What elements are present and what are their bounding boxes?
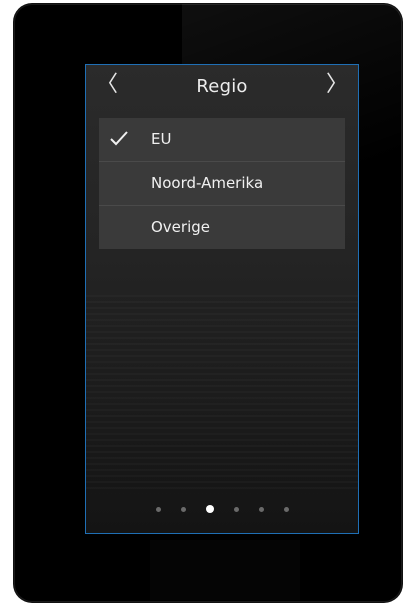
screen-header: 〈 Regio 〉 <box>86 65 358 107</box>
region-option-eu[interactable]: EU <box>99 118 345 162</box>
region-option-overige[interactable]: Overige <box>99 206 345 249</box>
background-water-texture <box>86 295 358 493</box>
page-dot[interactable] <box>233 506 239 512</box>
region-option-label: Noord-Amerika <box>151 174 264 192</box>
chevron-right-icon[interactable]: 〉 <box>326 73 348 97</box>
page-dot[interactable] <box>155 506 161 512</box>
region-option-label: Overige <box>151 218 210 236</box>
page-dot-active[interactable] <box>205 505 214 513</box>
page-indicator <box>86 503 358 515</box>
page-dot[interactable] <box>258 506 264 512</box>
device-screen: 〈 Regio 〉 EU Noord-Amerika Overige <box>85 64 359 534</box>
page-dot[interactable] <box>180 506 186 512</box>
page-title: Regio <box>196 76 248 97</box>
device-bottom-area <box>150 540 300 600</box>
checkmark-icon <box>110 131 128 146</box>
region-option-noord-amerika[interactable]: Noord-Amerika <box>99 162 345 206</box>
region-list: EU Noord-Amerika Overige <box>99 118 345 249</box>
region-option-label: EU <box>151 130 172 148</box>
page-dot[interactable] <box>283 506 289 512</box>
